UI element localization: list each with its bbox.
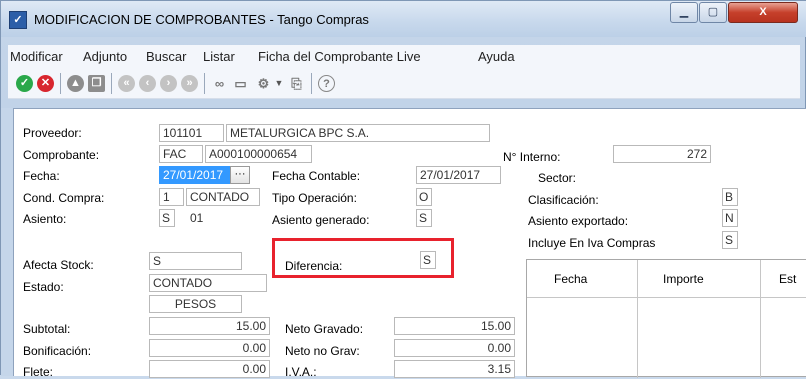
monitor-icon[interactable]: ▭ [232,75,249,92]
previous-icon[interactable]: ‹ [139,75,156,92]
next-icon[interactable]: › [160,75,177,92]
flete-label: Flete: [23,365,54,379]
payments-grid[interactable]: Fecha Importe Est [526,259,806,378]
asiento-flag-field[interactable]: S [159,209,175,227]
diferencia-field[interactable]: S [420,251,436,269]
cond-compra-label: Cond. Compra: [23,191,105,205]
neto-no-grav-field[interactable]: 0.00 [394,339,515,357]
fecha-contable-field[interactable]: 27/01/2017 [416,166,501,184]
nro-interno-field[interactable]: 272 [613,145,711,163]
toolbar-separator [204,73,205,94]
app-window: ✓ MODIFICACION DE COMPROBANTES - Tango C… [0,0,806,379]
title-bar[interactable]: ✓ MODIFICACION DE COMPROBANTES - Tango C… [1,1,806,37]
cond-compra-code-field[interactable]: 1 [159,188,184,206]
menu-ayuda[interactable]: Ayuda [478,49,515,64]
fecha-contable-label: Fecha Contable: [272,169,361,183]
menu-buscar[interactable]: Buscar [146,49,186,64]
grid-column-divider [760,260,761,378]
menu-bar: Modificar Adjunto Buscar Listar Ficha de… [8,45,800,67]
proveedor-code-field[interactable]: 101101 [159,124,224,142]
neto-no-grav-label: Neto no Grav: [285,344,360,358]
estado-label: Estado: [23,280,64,294]
grid-column-divider [637,260,638,378]
bonificacion-label: Bonificación: [23,344,92,358]
iva-label: I.V.A.: [285,365,317,379]
asiento-exportado-label: Asiento exportado: [528,214,629,228]
clasificacion-label: Clasificación: [528,193,599,207]
menu-listar[interactable]: Listar [203,49,235,64]
neto-gravado-label: Neto Gravado: [285,322,364,336]
grid-header-est[interactable]: Est [779,272,796,286]
window-title: MODIFICACION DE COMPROBANTES - Tango Com… [34,12,369,27]
clasificacion-field[interactable]: B [722,188,738,206]
moneda-field[interactable]: PESOS [149,295,242,313]
toolbar-separator [60,73,61,94]
incluye-iva-field[interactable]: S [722,231,738,249]
afecta-stock-field[interactable]: S [149,252,242,270]
toolbar-separator [311,73,312,94]
settings-icon[interactable]: ⚙ [255,75,272,92]
comprobante-type-field[interactable]: FAC [159,145,203,163]
proveedor-name-field[interactable]: METALURGICA BPC S.A. [226,124,490,142]
toolbar: ✓ ✕ ▲ ❐ « ‹ › » ∞ ▭ ⚙ ▼ ⎘ ? [8,67,800,99]
grid-header-importe[interactable]: Importe [663,272,704,286]
fecha-label: Fecha: [23,169,60,183]
help-icon[interactable]: ? [318,75,335,92]
proveedor-label: Proveedor: [23,126,82,140]
afecta-stock-label: Afecta Stock: [23,258,94,272]
cond-compra-desc-field[interactable]: CONTADO [186,188,260,206]
subtotal-field[interactable]: 15.00 [149,317,270,335]
copy-icon[interactable]: ❐ [88,75,105,92]
incluye-iva-label: Incluye En Iva Compras [528,236,656,250]
menu-modificar[interactable]: Modificar [10,49,63,64]
cancel-icon[interactable]: ✕ [37,75,54,92]
asiento-value-field[interactable]: 01 [186,209,260,227]
minimize-button[interactable]: ▁ [670,2,698,23]
left-gutter [1,108,13,376]
date-picker-button[interactable]: ··· [230,166,250,184]
menu-ficha-comprobante-live[interactable]: Ficha del Comprobante Live [258,49,421,64]
menu-adjunto[interactable]: Adjunto [83,49,127,64]
toolbar-separator [111,73,112,94]
asiento-exportado-field[interactable]: N [722,209,738,227]
asiento-label: Asiento: [23,212,67,226]
bonificacion-field[interactable]: 0.00 [149,339,270,357]
binoculars-icon[interactable]: ∞ [211,75,228,92]
close-button[interactable]: X [728,2,798,23]
comprobante-label: Comprobante: [23,148,100,162]
iva-field[interactable]: 3.15 [394,360,515,378]
flete-field[interactable]: 0.00 [149,360,270,378]
grid-header: Fecha Importe Est [527,260,806,298]
asiento-generado-label: Asiento generado: [272,213,370,227]
grid-header-fecha[interactable]: Fecha [554,272,587,286]
tipo-operacion-field[interactable]: O [416,188,432,206]
accept-icon[interactable]: ✓ [16,75,33,92]
first-icon[interactable]: « [118,75,135,92]
nro-interno-label: N° Interno: [503,150,561,164]
document-icon[interactable]: ⎘ [288,75,305,92]
subtotal-label: Subtotal: [23,322,71,336]
app-icon: ✓ [9,11,27,29]
fecha-field[interactable]: 27/01/2017 [159,166,230,184]
sector-label: Sector: [538,171,577,185]
form-area: Proveedor: 101101 METALURGICA BPC S.A. C… [13,108,806,379]
asiento-generado-field[interactable]: S [416,209,432,227]
comprobante-number-field[interactable]: A000100000654 [205,145,312,163]
up-icon[interactable]: ▲ [67,75,84,92]
estado-field[interactable]: CONTADO [149,274,267,292]
diferencia-label: Diferencia: [285,259,343,273]
neto-gravado-field[interactable]: 15.00 [394,317,515,335]
tipo-operacion-label: Tipo Operación: [272,191,357,205]
maximize-button[interactable]: ▢ [699,2,727,23]
dropdown-arrow-icon[interactable]: ▼ [274,75,284,92]
last-icon[interactable]: » [181,75,198,92]
